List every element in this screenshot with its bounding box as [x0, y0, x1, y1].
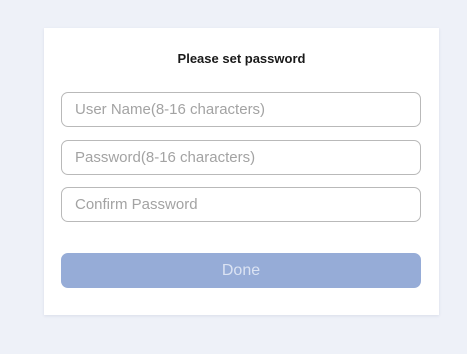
password-input[interactable]	[61, 140, 421, 175]
username-input[interactable]	[61, 92, 421, 127]
done-button[interactable]: Done	[61, 253, 421, 288]
dialog-title: Please set password	[177, 51, 306, 66]
confirm-password-input[interactable]	[61, 187, 421, 222]
set-password-dialog: Please set password Done	[44, 28, 439, 315]
